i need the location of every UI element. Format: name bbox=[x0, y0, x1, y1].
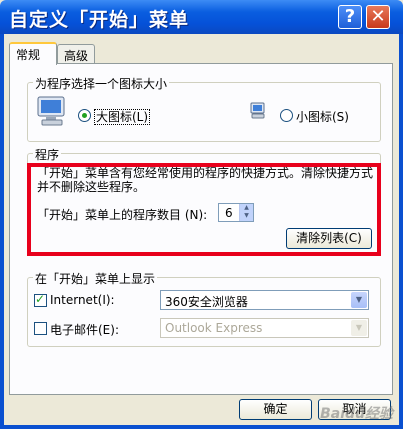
large-icon-computer-icon bbox=[37, 96, 65, 126]
internet-browser-dropdown[interactable]: 360安全浏览器 ▼ bbox=[160, 290, 369, 310]
programs-group-label: 程序 bbox=[33, 146, 62, 163]
chevron-down-icon[interactable]: ▼ bbox=[351, 292, 367, 308]
small-icon-computer-icon bbox=[250, 102, 265, 119]
internet-browser-value: 360安全浏览器 bbox=[165, 295, 248, 309]
email-client-dropdown[interactable]: Outlook Express ▼ bbox=[160, 318, 369, 338]
help-button[interactable]: ? bbox=[338, 5, 362, 29]
title-bar[interactable]: 自定义「开始」菜单 ? ✕ bbox=[0, 0, 403, 34]
chevron-down-icon[interactable]: ▼ bbox=[351, 320, 367, 336]
large-icon-label-wrap[interactable]: 大图标(L) bbox=[94, 108, 151, 125]
close-button[interactable]: ✕ bbox=[366, 5, 390, 29]
window-title: 自定义「开始」菜单 bbox=[9, 9, 190, 31]
baidu-watermark: Baidu经验 bbox=[320, 406, 393, 422]
internet-label[interactable]: Internet(I): bbox=[50, 293, 115, 307]
tab-advanced[interactable]: 高级 bbox=[57, 44, 95, 64]
internet-checkbox[interactable] bbox=[34, 292, 47, 307]
window-frame-right bbox=[399, 34, 403, 429]
window-frame-bottom bbox=[0, 425, 403, 429]
large-icon-radio[interactable] bbox=[78, 109, 91, 122]
small-icon-radio[interactable] bbox=[280, 109, 293, 122]
window-frame-left bbox=[0, 34, 4, 429]
email-label[interactable]: 电子邮件(E): bbox=[50, 321, 119, 338]
ok-button[interactable]: 确定 bbox=[239, 399, 312, 420]
email-client-value: Outlook Express bbox=[165, 321, 263, 335]
highlight-frame bbox=[27, 163, 381, 256]
email-checkbox[interactable] bbox=[34, 322, 47, 335]
small-icon-label[interactable]: 小图标(S) bbox=[296, 108, 349, 125]
large-icon-label: 大图标(L) bbox=[94, 109, 151, 125]
tab-general[interactable]: 常规 bbox=[9, 42, 57, 65]
icon-size-group-label: 为程序选择一个图标大小 bbox=[33, 75, 170, 92]
show-on-menu-group-label: 在「开始」菜单上显示 bbox=[33, 270, 158, 287]
